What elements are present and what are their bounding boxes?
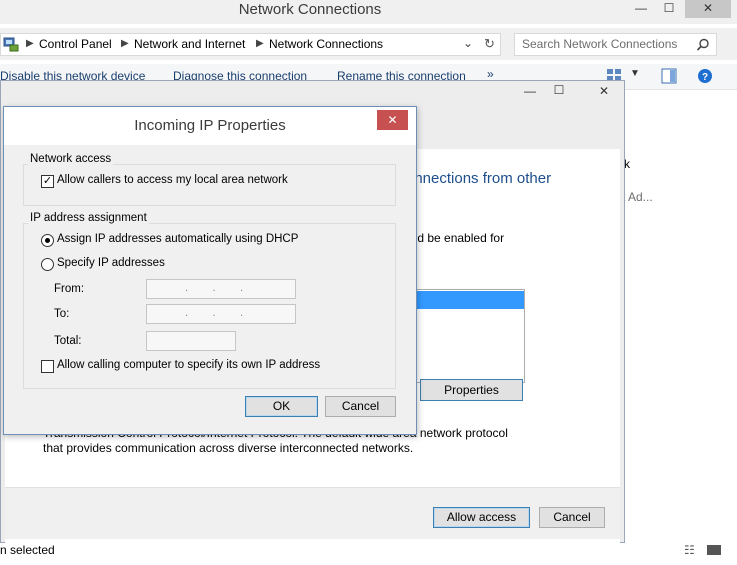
- minimize-button[interactable]: —: [516, 83, 544, 101]
- incoming-ip-properties-dialog: Incoming IP Properties ✕ Network access …: [3, 106, 417, 435]
- close-button[interactable]: ✕: [377, 110, 408, 130]
- dialog-heading: onnections from other: [406, 170, 552, 187]
- cancel-button[interactable]: Cancel: [539, 507, 605, 528]
- allow-access-button[interactable]: Allow access: [433, 507, 530, 528]
- maximize-button[interactable]: ☐: [545, 82, 573, 100]
- properties-button[interactable]: Properties: [420, 379, 523, 401]
- total-field: [146, 331, 236, 351]
- from-ip-field[interactable]: . . .: [146, 279, 296, 299]
- status-text: n selected: [0, 543, 55, 557]
- to-ip-value: . . .: [185, 307, 244, 319]
- breadcrumb-separator-icon: ▶: [121, 38, 129, 49]
- window-titlebar: Network Connections — ☐ ✕: [0, 0, 737, 24]
- search-placeholder: Search Network Connections: [522, 37, 678, 51]
- dialog-titlebar: Incoming IP Properties ✕: [4, 107, 416, 145]
- allow-lan-access-label: Allow callers to access my local area ne…: [57, 174, 288, 186]
- total-label: Total:: [54, 335, 82, 347]
- maximize-button[interactable]: ☐: [655, 0, 683, 18]
- tiles-view-icon[interactable]: [707, 545, 721, 555]
- search-icon[interactable]: [696, 38, 710, 52]
- breadcrumb-separator-icon: ▶: [26, 38, 34, 49]
- close-button[interactable]: ✕: [586, 83, 622, 101]
- breadcrumb-separator-icon: ▶: [256, 38, 264, 49]
- more-commands-button[interactable]: »: [487, 67, 494, 81]
- allow-lan-access-checkbox[interactable]: ✓: [41, 175, 54, 188]
- cancel-button[interactable]: Cancel: [325, 396, 396, 417]
- dhcp-option-label: Assign IP addresses automatically using …: [57, 233, 299, 245]
- refresh-icon[interactable]: ↻: [484, 36, 495, 52]
- help-icon[interactable]: ?: [697, 68, 713, 84]
- network-access-label: Network access: [28, 153, 114, 165]
- instruction-text: uld be enabled for: [408, 231, 505, 245]
- chevron-down-icon[interactable]: ⌄: [463, 36, 473, 50]
- preview-pane-icon[interactable]: [661, 68, 677, 84]
- address-bar: ▶ Control Panel ▶ Network and Internet ▶…: [0, 28, 737, 60]
- minimize-button[interactable]: —: [627, 0, 655, 18]
- close-button[interactable]: ✕: [685, 0, 731, 18]
- breadcrumb-network-connections[interactable]: Network Connections: [269, 37, 383, 51]
- from-ip-value: . . .: [185, 282, 244, 294]
- from-label: From:: [54, 283, 85, 295]
- allow-specify-ip-label: Allow calling computer to specify its ow…: [57, 359, 321, 371]
- breadcrumb-control-panel[interactable]: Control Panel: [39, 37, 112, 51]
- address-box[interactable]: ▶ Control Panel ▶ Network and Internet ▶…: [0, 33, 501, 56]
- ip-assignment-label: IP address assignment: [28, 212, 149, 224]
- dialog-footer: Allow access Cancel: [5, 487, 620, 539]
- breadcrumb-network-internet[interactable]: Network and Internet: [134, 37, 245, 51]
- svg-text:?: ?: [702, 72, 708, 83]
- status-bar: n selected ☷: [0, 543, 737, 565]
- dhcp-radio[interactable]: [41, 234, 54, 247]
- list-item-selected[interactable]: [410, 291, 524, 309]
- connection-adapter-fragment: t Ad...: [622, 190, 653, 204]
- search-input[interactable]: Search Network Connections: [514, 33, 717, 56]
- allow-specify-ip-checkbox[interactable]: [41, 360, 54, 373]
- to-label: To:: [54, 308, 70, 320]
- details-view-icon[interactable]: ☷: [684, 543, 695, 557]
- protocol-list[interactable]: [409, 289, 525, 383]
- chevron-down-icon[interactable]: ▼: [630, 68, 640, 79]
- dialog-body: Network access ✓ Allow callers to access…: [4, 145, 416, 434]
- to-ip-field[interactable]: . . .: [146, 304, 296, 324]
- control-panel-icon: [3, 36, 19, 52]
- specify-ip-radio[interactable]: [41, 258, 54, 271]
- window-title: Network Connections: [238, 1, 382, 18]
- protocol-description-line2: that provides communication across diver…: [43, 441, 414, 455]
- dialog-title: Incoming IP Properties: [134, 117, 286, 134]
- ok-button[interactable]: OK: [245, 396, 318, 417]
- specify-ip-option-label: Specify IP addresses: [57, 257, 165, 269]
